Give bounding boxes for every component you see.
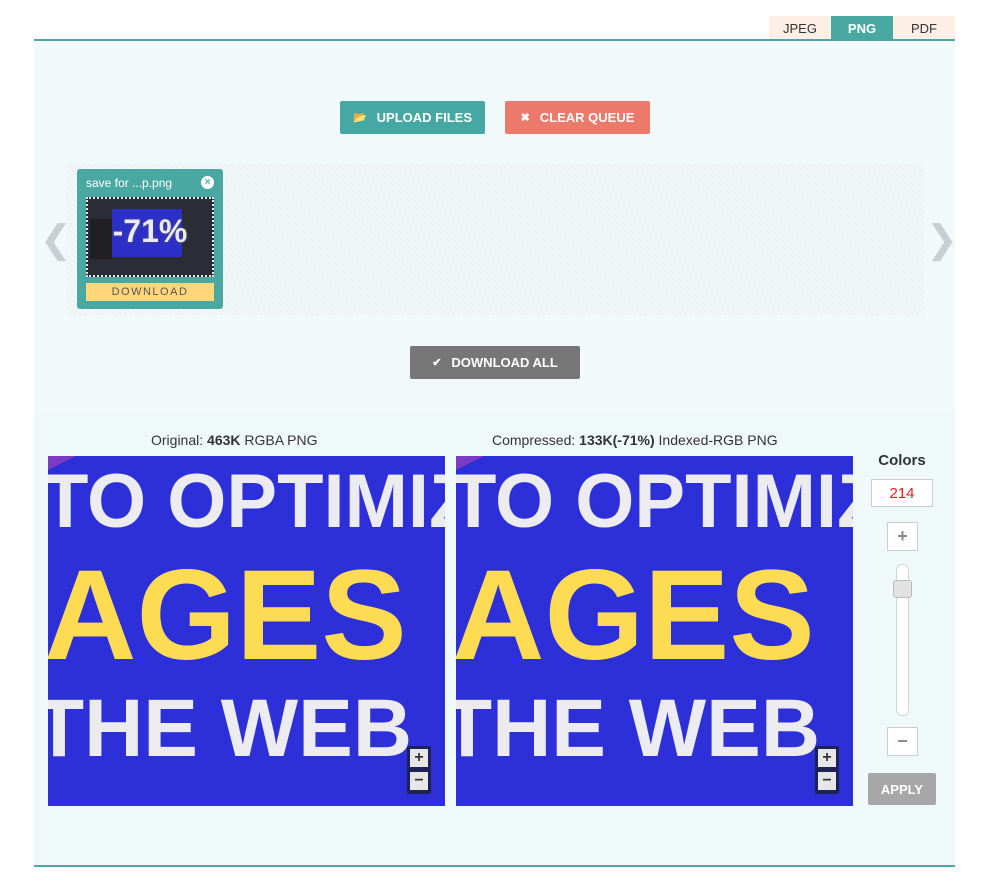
compressed-preview[interactable]: TO OPTIMIZ AGES THE WEB <box>456 456 853 806</box>
zoom-out-button[interactable]: − <box>410 772 428 790</box>
chevron-left-icon[interactable]: ❮ <box>40 218 72 262</box>
colors-decrease-button[interactable]: − <box>887 727 918 756</box>
download-all-label: DOWNLOAD ALL <box>451 355 558 370</box>
tab-jpeg[interactable]: JPEG <box>769 16 831 40</box>
original-format: RGBA PNG <box>240 432 318 448</box>
preview-text-line2: AGES <box>48 544 407 687</box>
compressed-zoom-control: + − <box>815 746 839 794</box>
tab-pdf[interactable]: PDF <box>893 16 955 40</box>
zoom-in-button[interactable]: + <box>818 749 836 767</box>
clear-queue-label: CLEAR QUEUE <box>539 110 635 125</box>
bottom-divider <box>34 865 955 867</box>
folder-open-icon: 📂 <box>352 112 367 124</box>
compressed-prefix: Compressed: <box>492 432 580 448</box>
colors-slider-handle[interactable] <box>893 580 912 598</box>
preview-text-line1: TO OPTIMIZ <box>456 459 853 544</box>
colors-increase-button[interactable]: + <box>887 522 918 551</box>
download-all-button[interactable]: ✔ DOWNLOAD ALL <box>410 346 580 379</box>
zoom-out-button[interactable]: − <box>818 772 836 790</box>
compressed-caption: Compressed: 133K(-71%) Indexed-RGB PNG <box>492 432 778 448</box>
zoom-in-button[interactable]: + <box>410 749 428 767</box>
preview-text-line1: TO OPTIMIZ <box>48 459 445 544</box>
file-thumbnail: -71% <box>86 197 214 277</box>
close-icon: ✖ <box>520 112 530 124</box>
compressor-app: JPEG PNG PDF 📂 UPLOAD FILES ✖ CLEAR QUEU… <box>0 0 986 886</box>
upload-files-label: UPLOAD FILES <box>376 110 473 125</box>
original-size: 463K <box>207 432 241 448</box>
upload-files-button[interactable]: 📂 UPLOAD FILES <box>340 101 485 134</box>
preview-text-line2: AGES <box>456 544 815 687</box>
original-zoom-control: + − <box>407 746 431 794</box>
clear-queue-button[interactable]: ✖ CLEAR QUEUE <box>505 101 650 134</box>
queue-file-card[interactable]: save for ...p.png × -71% DOWNLOAD <box>77 169 223 309</box>
original-caption: Original: 463K RGBA PNG <box>151 432 318 448</box>
colors-title: Colors <box>878 452 926 469</box>
file-download-button[interactable]: DOWNLOAD <box>86 283 214 301</box>
preview-text-line3: THE WEB <box>48 683 413 774</box>
checkmark-icon: ✔ <box>432 357 442 369</box>
original-preview[interactable]: TO OPTIMIZ AGES THE WEB <box>48 456 445 806</box>
compressed-format: Indexed-RGB PNG <box>654 432 778 448</box>
remove-file-icon[interactable]: × <box>201 176 214 189</box>
format-tabs: JPEG PNG PDF <box>769 16 955 40</box>
colors-input[interactable] <box>871 479 933 507</box>
preview-text-line3: THE WEB <box>456 683 821 774</box>
file-name: save for ...p.png <box>86 176 173 190</box>
chevron-right-icon[interactable]: ❯ <box>926 218 958 262</box>
apply-button[interactable]: APPLY <box>868 773 936 805</box>
compression-percent: -71% <box>112 213 188 249</box>
original-prefix: Original: <box>151 432 208 448</box>
tab-png[interactable]: PNG <box>831 16 893 40</box>
compressed-size: 133K(-71%) <box>579 432 655 448</box>
